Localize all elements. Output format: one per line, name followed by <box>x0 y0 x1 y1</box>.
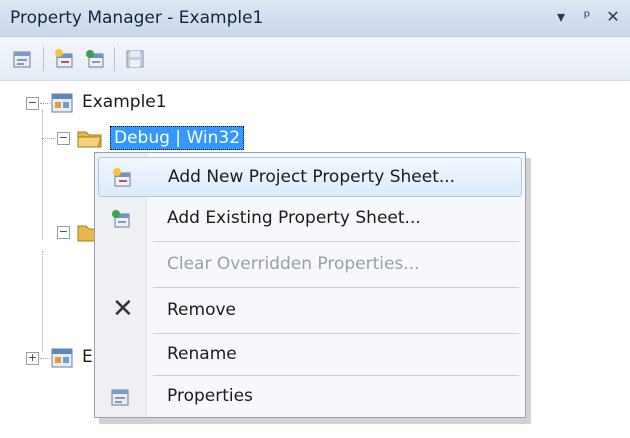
dropdown-icon[interactable]: ▾ <box>552 7 570 27</box>
toolbar-separator <box>43 47 44 71</box>
add-existing-sheet-icon[interactable] <box>84 48 106 70</box>
menu-item-remove[interactable]: ✕ Remove <box>98 291 522 331</box>
menu-item-rename[interactable]: Rename <box>98 335 522 375</box>
menu-item-label: Properties <box>167 386 253 406</box>
tree-node-example1[interactable]: Example1 <box>82 92 167 112</box>
project-icon <box>51 93 73 113</box>
toolbar <box>0 37 630 81</box>
close-icon[interactable]: ✕ <box>604 7 622 27</box>
property-sheet-icon[interactable] <box>12 48 34 70</box>
menu-item-add-existing-property-sheet[interactable]: Add Existing Property Sheet... <box>98 199 522 239</box>
project-icon <box>51 348 73 368</box>
tree-node-second-project[interactable]: E <box>82 347 93 367</box>
menu-item-clear-overridden-properties[interactable]: Clear Overridden Properties... <box>98 245 522 285</box>
menu-separator <box>153 241 519 242</box>
properties-icon <box>111 389 129 406</box>
menu-item-properties[interactable]: Properties <box>98 377 522 417</box>
add-new-sheet-icon[interactable] <box>53 48 75 70</box>
collapse-toggle[interactable]: − <box>26 97 39 110</box>
tree-connector <box>42 110 43 240</box>
tree-connector <box>40 103 50 104</box>
tool-window-titlebar[interactable]: Property Manager - Example1 ▾ ᵖ ✕ <box>0 0 630 37</box>
pin-icon[interactable]: ᵖ <box>578 7 596 27</box>
menu-item-label: Add Existing Property Sheet... <box>167 208 421 228</box>
tree-connector <box>42 138 56 139</box>
window-title: Property Manager - Example1 <box>10 8 264 28</box>
folder-icon <box>77 131 102 148</box>
remove-x-icon: ✕ <box>112 294 134 324</box>
menu-separator <box>153 287 519 288</box>
menu-item-add-new-project-property-sheet[interactable]: Add New Project Property Sheet... <box>98 157 522 197</box>
tree-connector <box>40 358 50 359</box>
add-existing-sheet-icon <box>112 210 130 228</box>
menu-item-label: Add New Project Property Sheet... <box>168 167 456 187</box>
toolbar-separator <box>114 47 115 71</box>
save-icon[interactable] <box>124 48 146 70</box>
folder-icon <box>77 225 96 242</box>
context-menu: Add New Project Property Sheet... Add Ex… <box>94 152 526 418</box>
menu-separator <box>153 375 519 376</box>
menu-item-label: Remove <box>167 300 236 320</box>
menu-item-label: Rename <box>167 344 237 364</box>
tree-node-debug-win32[interactable]: Debug | Win32 <box>110 126 245 150</box>
collapse-toggle[interactable]: − <box>57 226 70 239</box>
expand-toggle[interactable]: + <box>26 352 39 365</box>
tree-connector <box>42 251 43 351</box>
menu-separator <box>153 333 519 334</box>
add-new-sheet-icon <box>113 168 131 187</box>
collapse-toggle[interactable]: − <box>57 132 70 145</box>
menu-item-label: Clear Overridden Properties... <box>167 254 420 274</box>
